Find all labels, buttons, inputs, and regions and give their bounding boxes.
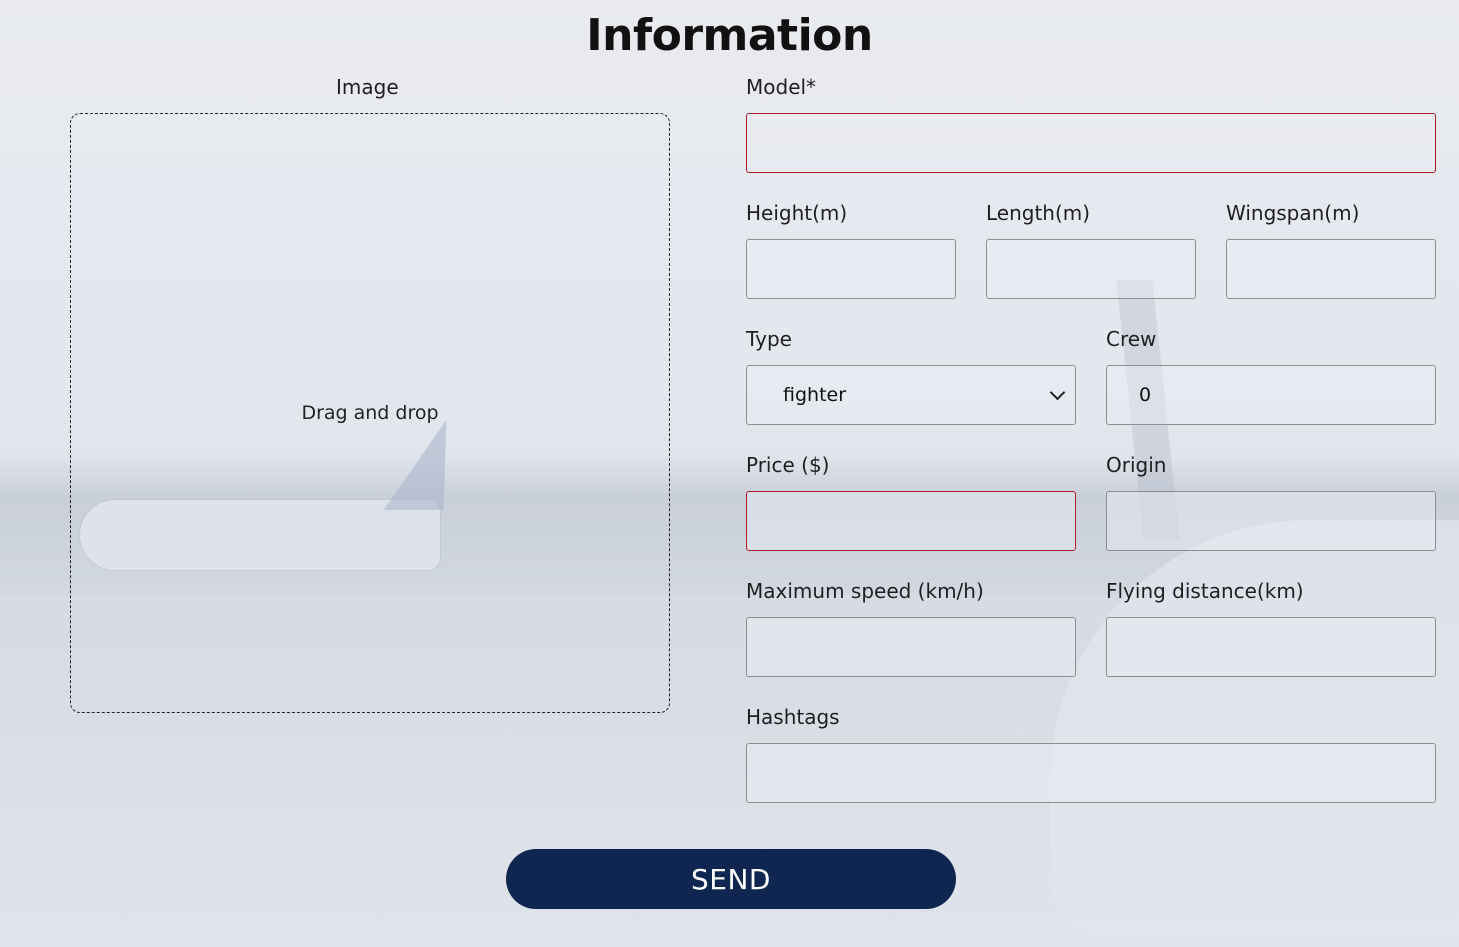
height-input[interactable]	[746, 239, 956, 299]
type-selected-value: fighter	[783, 384, 847, 406]
max-speed-label: Maximum speed (km/h)	[746, 579, 984, 603]
page-title: Information	[586, 10, 873, 61]
wingspan-input[interactable]	[1226, 239, 1436, 299]
wingspan-label: Wingspan(m)	[1226, 201, 1360, 225]
send-button[interactable]: SEND	[506, 849, 956, 909]
hashtags-label: Hashtags	[746, 705, 840, 729]
hashtags-input[interactable]	[746, 743, 1436, 803]
model-label: Model*	[746, 75, 817, 99]
flying-distance-input[interactable]	[1106, 617, 1436, 677]
type-label: Type	[746, 327, 792, 351]
origin-label: Origin	[1106, 453, 1167, 477]
price-input[interactable]	[746, 491, 1076, 551]
flying-distance-label: Flying distance(km)	[1106, 579, 1304, 603]
crew-input[interactable]	[1106, 365, 1436, 425]
model-input[interactable]	[746, 113, 1436, 173]
length-label: Length(m)	[986, 201, 1091, 225]
dropzone-text: Drag and drop	[301, 402, 439, 424]
height-label: Height(m)	[746, 201, 848, 225]
crew-label: Crew	[1106, 327, 1157, 351]
max-speed-input[interactable]	[746, 617, 1076, 677]
chevron-down-icon	[1049, 384, 1066, 400]
length-input[interactable]	[986, 239, 1196, 299]
image-label: Image	[336, 75, 399, 99]
image-dropzone[interactable]: Drag and drop	[70, 113, 670, 713]
origin-input[interactable]	[1106, 491, 1436, 551]
price-label: Price ($)	[746, 453, 830, 477]
type-select[interactable]: fighter	[746, 365, 1076, 425]
